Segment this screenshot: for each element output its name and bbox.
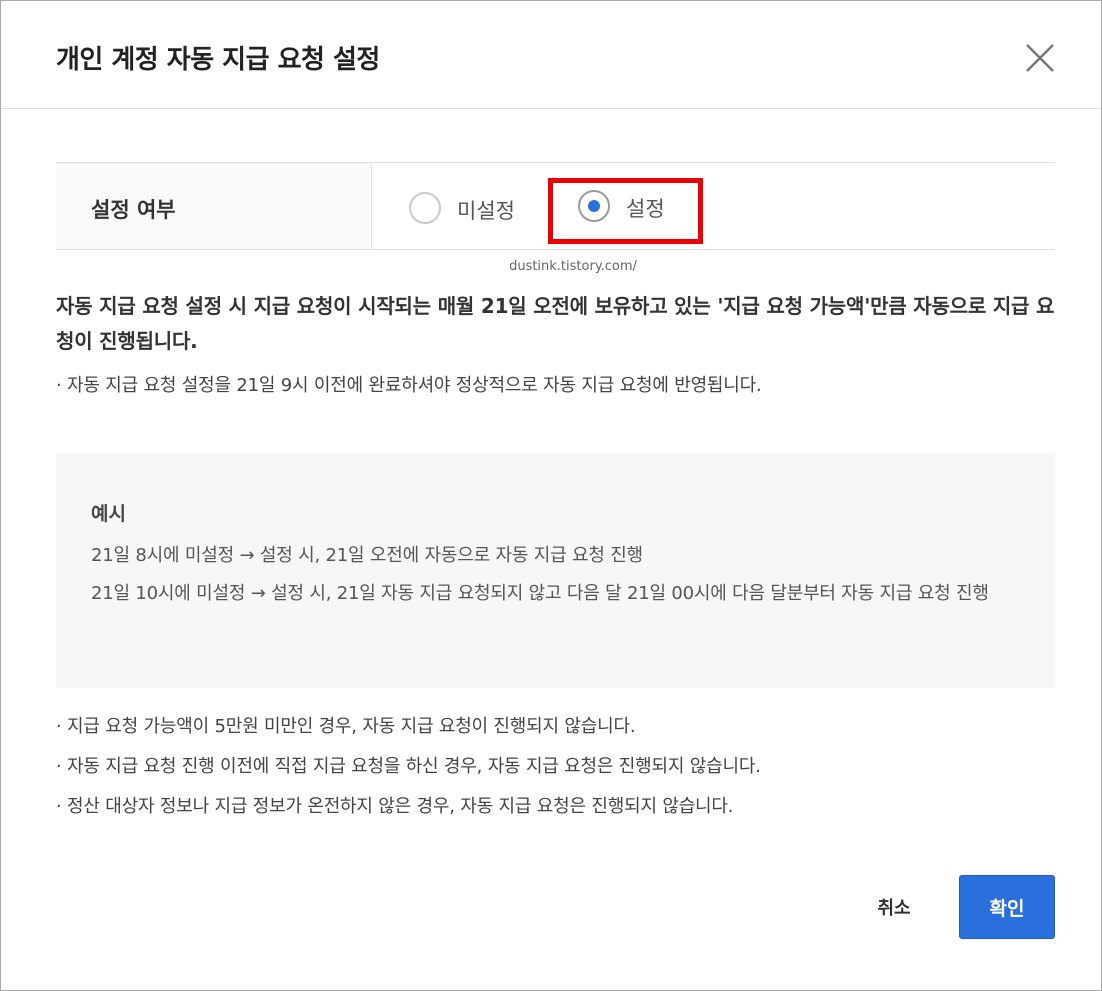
watermark: dustink.tistory.com/ [509, 259, 637, 274]
setting-label: 설정 여부 [91, 198, 176, 222]
dialog-header: 개인 계정 자동 지급 요청 설정 [1, 1, 1101, 109]
radio-unset[interactable]: 미설정 [409, 192, 529, 226]
footnote-3: · 정산 대상자 정보나 지급 정보가 온전하지 않은 경우, 자동 지급 요청… [56, 796, 734, 817]
auto-payout-dialog: 개인 계정 자동 지급 요청 설정 설정 여부 미설정 설정 dustink.t… [0, 0, 1102, 991]
highlight-annotation [548, 178, 703, 244]
example-line-2: 21일 10시에 미설정 → 설정 시, 21일 자동 지급 요청되지 않고 다… [91, 583, 989, 604]
example-line-1: 21일 8시에 미설정 → 설정 시, 21일 오전에 자동으로 자동 지급 요… [91, 545, 643, 566]
close-icon [1026, 44, 1054, 72]
close-button[interactable] [1021, 39, 1059, 77]
dialog-title: 개인 계정 자동 지급 요청 설정 [56, 45, 380, 75]
footnote-1: · 지급 요청 가능액이 5만원 미만인 경우, 자동 지급 요청이 진행되지 … [56, 716, 636, 737]
notice-bullet: · 자동 지급 요청 설정을 21일 9시 이전에 완료하셔야 정상적으로 자동… [56, 375, 762, 396]
example-box: 예시 21일 8시에 미설정 → 설정 시, 21일 오전에 자동으로 자동 지… [56, 453, 1055, 688]
cancel-button[interactable]: 취소 [849, 876, 939, 938]
example-title: 예시 [91, 503, 126, 525]
radio-unset-circle[interactable] [409, 192, 441, 224]
notice-main-text: 자동 지급 요청 설정 시 지급 요청이 시작되는 매월 21일 오전에 보유하… [56, 294, 1055, 353]
confirm-button[interactable]: 확인 [959, 875, 1055, 939]
radio-unset-label: 미설정 [457, 199, 515, 223]
footnote-2: · 자동 지급 요청 진행 이전에 직접 지급 요청을 하신 경우, 자동 지급… [56, 756, 761, 777]
setting-label-cell: 설정 여부 [56, 163, 372, 249]
